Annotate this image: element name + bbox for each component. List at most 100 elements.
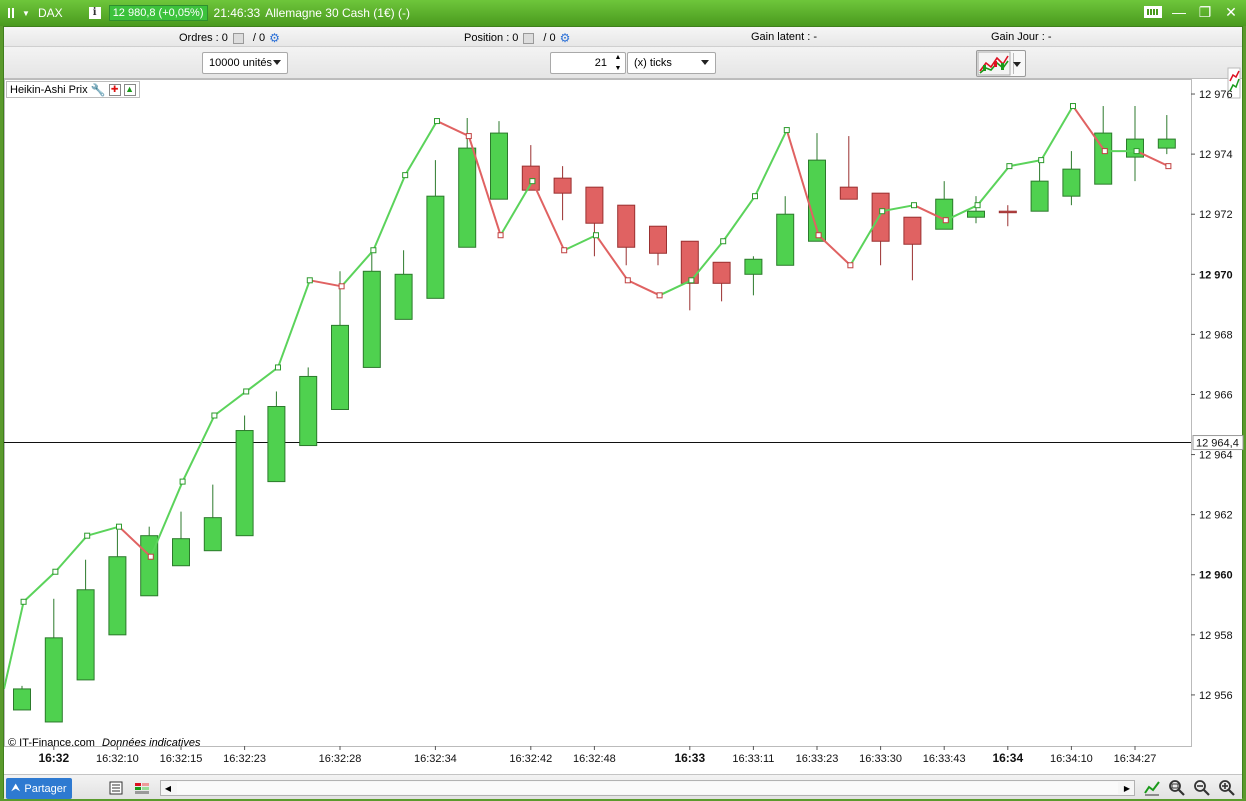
close-line-marker bbox=[783, 127, 790, 134]
orders-cancel-icon[interactable] bbox=[232, 32, 244, 44]
orders-gear-icon[interactable]: ⚙ bbox=[269, 31, 280, 45]
price-chart-svg[interactable]: 12 976 12 974 12 972 12 970 12 968 12 966 12 9… bbox=[3, 79, 1244, 774]
x-tick-label: 16:32:34 bbox=[414, 753, 457, 765]
close-line-marker bbox=[879, 208, 886, 215]
restore-button[interactable]: ❐ bbox=[1196, 4, 1214, 20]
scroll-thumb[interactable] bbox=[177, 782, 1118, 794]
position-value: 0 bbox=[512, 32, 519, 44]
orders-value: 0 bbox=[221, 32, 228, 44]
position-close-icon[interactable] bbox=[523, 32, 535, 44]
candle-body bbox=[108, 556, 127, 636]
day-gain-value: - bbox=[1047, 31, 1052, 43]
order-book-icon[interactable] bbox=[134, 781, 150, 795]
close-line-segment bbox=[627, 279, 661, 297]
info-icon[interactable]: i bbox=[88, 7, 101, 19]
close-line-marker bbox=[1069, 103, 1076, 110]
credit-footer: © IT-Finance.com Données indicatives bbox=[8, 737, 200, 749]
close-line-segment bbox=[372, 174, 407, 251]
indicator-legend[interactable]: Heikin-Ashi Prix 🔧 ✚ ▲ bbox=[6, 81, 140, 98]
axis-layer: 12 976 12 974 12 972 12 970 12 968 12 966 12 9… bbox=[38, 89, 1244, 765]
position-gear-icon[interactable]: ⚙ bbox=[560, 31, 571, 45]
candle-body bbox=[426, 195, 445, 299]
day-gain-cell: Gain Jour : - bbox=[991, 31, 1051, 43]
close-line-segment bbox=[1136, 150, 1169, 168]
close-line-marker bbox=[402, 172, 409, 179]
indicative-note: Données indicatives bbox=[102, 737, 201, 749]
close-line-marker bbox=[656, 292, 663, 299]
close-line-marker bbox=[274, 364, 281, 371]
zoom-fit-icon[interactable] bbox=[1167, 778, 1187, 798]
share-label: Partager bbox=[24, 782, 67, 795]
close-line-marker bbox=[497, 232, 504, 239]
keyboard-icon[interactable] bbox=[1144, 4, 1162, 20]
symbol-label[interactable]: DAX bbox=[38, 6, 63, 20]
scroll-left-icon[interactable]: ◀ bbox=[161, 781, 175, 795]
minimize-button[interactable]: — bbox=[1170, 4, 1188, 20]
candle-body bbox=[235, 430, 254, 537]
y-tick-label: 12 970 bbox=[1199, 269, 1233, 281]
instrument-name: Allemagne 30 Cash (1€) (-) bbox=[265, 6, 410, 20]
position-infobar: Ordres : 0 / 0 ⚙ Position : 0 / 0 ⚙ Gain… bbox=[4, 27, 1242, 47]
candle-body bbox=[267, 405, 286, 483]
document-icon[interactable] bbox=[108, 781, 124, 795]
x-tick-label: 16:32:23 bbox=[223, 753, 266, 765]
symbol-dropdown-icon[interactable]: ▼ bbox=[20, 9, 32, 18]
share-button[interactable]: ⮝ Partager bbox=[6, 778, 72, 799]
close-line-marker bbox=[211, 412, 218, 419]
close-line-marker bbox=[720, 238, 727, 245]
candle-body bbox=[521, 165, 540, 191]
wrench-icon[interactable]: 🔧 bbox=[91, 83, 106, 97]
ticks-unit-select[interactable]: (x) ticks bbox=[627, 52, 716, 74]
candle-body bbox=[331, 324, 349, 410]
stepper-arrows-icon[interactable]: ▲ ▼ bbox=[613, 54, 623, 72]
zoom-in-icon[interactable] bbox=[1217, 778, 1237, 798]
candle-body bbox=[490, 132, 508, 200]
scroll-right-icon[interactable]: ▶ bbox=[1120, 781, 1134, 795]
quantity-select[interactable]: 10000 unités bbox=[202, 52, 288, 74]
close-line-segment bbox=[213, 390, 247, 417]
close-line-segment bbox=[976, 165, 1011, 206]
autoscale-icon[interactable] bbox=[1142, 778, 1162, 798]
close-line-segment bbox=[22, 571, 57, 603]
candle-body bbox=[776, 213, 795, 266]
close-line-marker bbox=[942, 217, 949, 224]
close-line-marker bbox=[847, 262, 854, 269]
chart-style-button[interactable] bbox=[976, 50, 1026, 77]
add-indicator-icon[interactable]: ▲ bbox=[123, 83, 136, 96]
grip-icon[interactable] bbox=[4, 6, 18, 20]
close-line-segment bbox=[1040, 105, 1074, 161]
day-gain-label: Gain Jour : bbox=[991, 31, 1045, 43]
close-line-segment bbox=[245, 366, 279, 393]
x-tick-label: 16:32:48 bbox=[573, 753, 616, 765]
y-tick-label: 12 974 bbox=[1199, 149, 1233, 161]
candle-body bbox=[712, 261, 731, 284]
candle-body bbox=[967, 210, 985, 218]
candle-body bbox=[1062, 168, 1081, 197]
y-tick-label: 12 958 bbox=[1199, 630, 1233, 642]
candle-body bbox=[903, 216, 922, 245]
chevron-down-icon bbox=[273, 60, 281, 65]
close-button[interactable]: ✕ bbox=[1222, 4, 1240, 20]
close-line-marker bbox=[1165, 163, 1172, 170]
close-line-segment bbox=[86, 525, 120, 537]
close-line-marker bbox=[370, 247, 377, 254]
candle-body bbox=[299, 375, 318, 447]
zoom-out-icon[interactable] bbox=[1192, 778, 1212, 798]
remove-indicator-icon[interactable]: ✚ bbox=[108, 83, 121, 96]
candle-body bbox=[1157, 138, 1176, 149]
candle-body bbox=[553, 177, 572, 194]
close-line-marker bbox=[433, 118, 440, 125]
close-line-marker bbox=[84, 532, 91, 539]
latent-gain-label: Gain latent : bbox=[751, 31, 811, 43]
position-label: Position : bbox=[464, 32, 510, 44]
chart-scrollbar[interactable]: ◀ ▶ bbox=[160, 780, 1135, 796]
close-line-marker bbox=[910, 202, 917, 209]
plot-border bbox=[4, 79, 1192, 747]
chart-area[interactable]: Heikin-Ashi Prix 🔧 ✚ ▲ 12 976 12 974 12 97… bbox=[3, 79, 1244, 774]
y-tick-label: 12 956 bbox=[1199, 690, 1233, 702]
ticks-stepper[interactable]: 21 ▲ ▼ bbox=[550, 52, 626, 74]
y-tick-label: 12 960 bbox=[1199, 570, 1233, 582]
candle-body bbox=[744, 258, 763, 275]
orders-label: Ordres : bbox=[179, 32, 219, 44]
x-tick-label: 16:34 bbox=[992, 751, 1023, 765]
